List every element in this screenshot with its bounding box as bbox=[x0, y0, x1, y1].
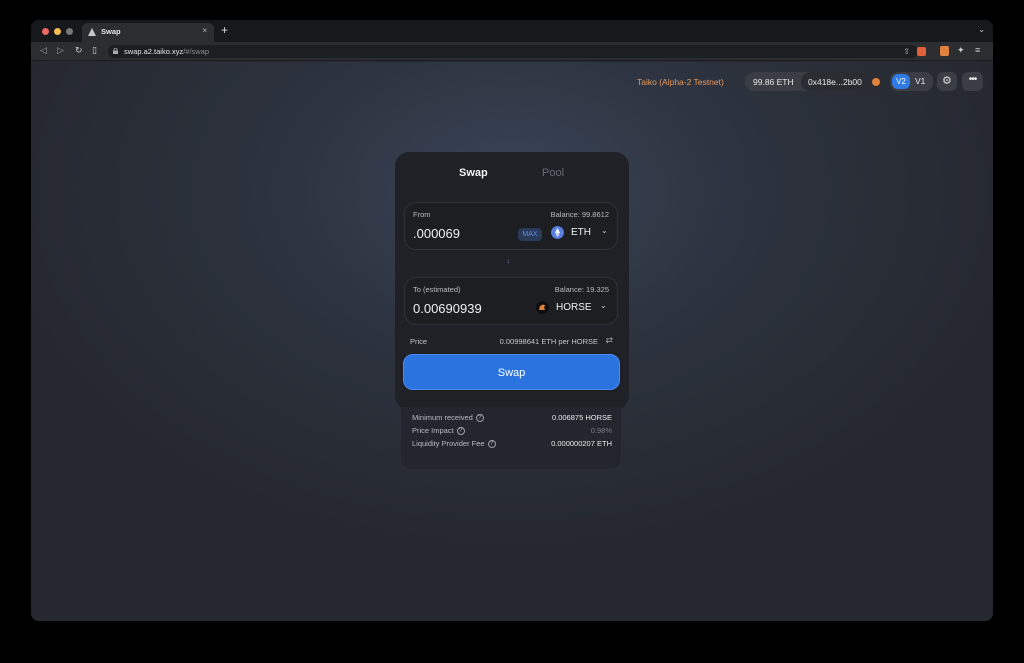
price-value: 0.00998641 ETH per HORSE bbox=[499, 337, 598, 346]
lock-icon bbox=[113, 48, 118, 54]
eth-token-icon bbox=[551, 226, 564, 239]
to-panel: To (estimated) Balance: 19.325 0.0069093… bbox=[404, 277, 618, 325]
browser-toolbar: ◁ ▷ ↻ ▯ swap.a2.taiko.xyz/#/swap ⇪ ✦ ≡ bbox=[31, 42, 993, 61]
invert-price-icon[interactable]: ⇄ bbox=[605, 335, 613, 346]
detail-label: Liquidity Provider Fee bbox=[412, 439, 485, 448]
v2-button[interactable]: V2 bbox=[892, 74, 910, 89]
to-balance: Balance: 19.325 bbox=[554, 285, 609, 294]
share-icon[interactable]: ⇪ bbox=[903, 47, 910, 56]
detail-row-lp-fee: Liquidity Provider Fee? 0.000000207 ETH bbox=[412, 439, 612, 450]
browser-tab[interactable]: Swap × bbox=[82, 23, 214, 42]
zoom-window-button[interactable] bbox=[66, 28, 73, 35]
max-button[interactable]: MAX bbox=[518, 228, 542, 241]
swap-button[interactable]: Swap bbox=[403, 354, 620, 390]
switch-direction-icon[interactable]: ↓ bbox=[506, 256, 510, 265]
wallet-address: 0x418e...2b00 bbox=[808, 77, 862, 87]
from-panel: From Balance: 99.8612 .000069 MAX ETH ⌄ bbox=[404, 202, 618, 250]
bookmark-icon[interactable]: ▯ bbox=[92, 45, 97, 56]
to-label: To (estimated) bbox=[413, 285, 461, 294]
help-icon[interactable]: ? bbox=[487, 440, 496, 449]
gear-icon: ⚙ bbox=[942, 75, 952, 87]
address-button[interactable]: 0x418e...2b00 bbox=[801, 72, 885, 91]
detail-row-price-impact: Price Impact? 0.98% bbox=[412, 426, 612, 437]
detail-label: Minimum received bbox=[412, 413, 473, 422]
reload-icon[interactable]: ↻ bbox=[75, 45, 83, 56]
eth-balance: 99.86 ETH bbox=[753, 77, 794, 87]
tab-strip: Swap × + ⌄ bbox=[31, 20, 993, 42]
url-host: swap.a2.taiko.xyz bbox=[124, 47, 184, 56]
more-icon: ••• bbox=[968, 74, 977, 85]
horse-token-icon bbox=[536, 301, 549, 314]
tab-close-icon[interactable]: × bbox=[202, 26, 207, 35]
detail-value: 0.006875 HORSE bbox=[551, 413, 612, 422]
detail-value: 0.000000207 ETH bbox=[551, 439, 612, 448]
extensions-icon[interactable]: ✦ bbox=[957, 45, 965, 56]
tab-title: Swap bbox=[101, 27, 121, 36]
close-window-button[interactable] bbox=[42, 28, 49, 35]
to-amount-input[interactable]: 0.00690939 bbox=[413, 301, 482, 316]
chevron-down-icon: ⌄ bbox=[601, 226, 608, 235]
address-bar[interactable]: swap.a2.taiko.xyz/#/swap ⇪ bbox=[108, 45, 918, 58]
to-token-symbol: HORSE bbox=[556, 302, 592, 313]
brave-shield-icon[interactable] bbox=[917, 47, 926, 56]
wallet-extension-icon[interactable] bbox=[940, 46, 949, 56]
from-amount-input[interactable]: .000069 bbox=[413, 226, 460, 241]
tab-list-chevron-icon[interactable]: ⌄ bbox=[978, 25, 985, 34]
help-icon[interactable]: ? bbox=[475, 414, 484, 423]
browser-window: Swap × + ⌄ ◁ ▷ ↻ ▯ swap.a2.taiko.xyz/#/s… bbox=[31, 20, 993, 621]
to-token-select[interactable]: HORSE ⌄ bbox=[536, 299, 612, 316]
taiko-favicon-icon bbox=[88, 28, 96, 36]
from-token-symbol: ETH bbox=[571, 227, 591, 238]
v1-button[interactable]: V1 bbox=[915, 76, 925, 86]
back-icon[interactable]: ◁ bbox=[40, 45, 47, 56]
minimize-window-button[interactable] bbox=[54, 28, 61, 35]
version-toggle: V2 V1 bbox=[890, 72, 933, 91]
new-tab-button[interactable]: + bbox=[221, 23, 228, 37]
account-pill[interactable]: 99.86 ETH 0x418e...2b00 bbox=[745, 72, 885, 91]
swap-card: Swap Pool From Balance: 99.8612 .000069 … bbox=[395, 152, 629, 410]
network-label[interactable]: Taiko (Alpha-2 Testnet) bbox=[637, 77, 724, 87]
menu-icon[interactable]: ≡ bbox=[975, 45, 980, 55]
detail-value: 0.98% bbox=[590, 426, 612, 435]
from-balance: Balance: 99.8612 bbox=[550, 210, 609, 219]
from-token-select[interactable]: ETH ⌄ bbox=[551, 224, 611, 241]
price-label: Price bbox=[410, 337, 428, 346]
app-page: Taiko (Alpha-2 Testnet) 99.86 ETH 0x418e… bbox=[31, 62, 993, 621]
forward-icon[interactable]: ▷ bbox=[57, 45, 64, 56]
settings-button[interactable]: ⚙ bbox=[937, 72, 957, 91]
tab-swap[interactable]: Swap bbox=[459, 167, 488, 179]
trade-details: Minimum received? 0.006875 HORSE Price I… bbox=[401, 407, 621, 469]
help-icon[interactable]: ? bbox=[456, 427, 465, 436]
detail-label: Price Impact bbox=[412, 426, 454, 435]
avatar bbox=[872, 78, 880, 86]
tab-pool[interactable]: Pool bbox=[542, 167, 564, 179]
chevron-down-icon: ⌄ bbox=[600, 301, 607, 310]
url-text: swap.a2.taiko.xyz/#/swap bbox=[124, 47, 209, 56]
url-path: /#/swap bbox=[183, 47, 210, 56]
detail-row-minimum-received: Minimum received? 0.006875 HORSE bbox=[412, 413, 612, 424]
from-label: From bbox=[413, 210, 431, 219]
more-button[interactable]: ••• bbox=[962, 72, 983, 91]
